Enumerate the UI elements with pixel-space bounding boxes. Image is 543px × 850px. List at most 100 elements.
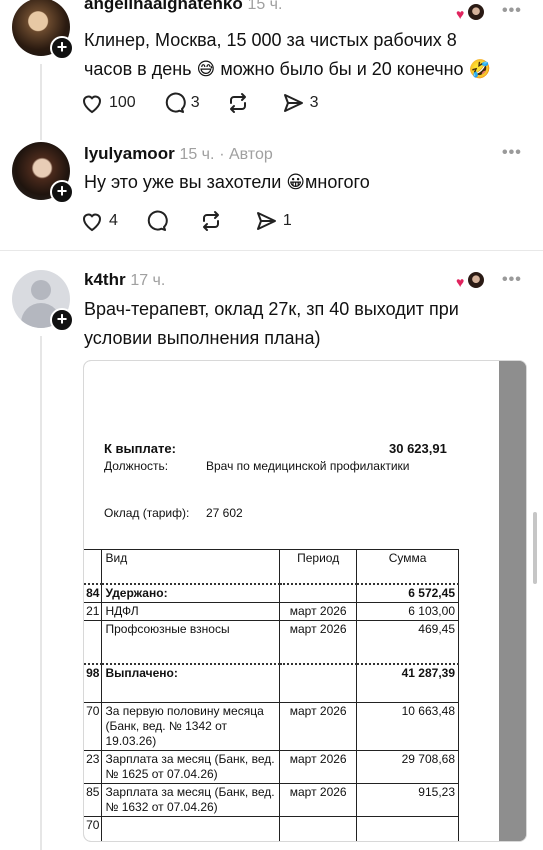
comment-icon <box>165 92 186 113</box>
table-cell: 98 <box>84 663 103 703</box>
table-cell: 84 <box>84 582 103 603</box>
liked-by-author-badge: ♥ <box>456 2 486 22</box>
table-header: Вид Период Сумма <box>84 549 459 584</box>
liked-by-author-badge: ♥ <box>456 270 486 290</box>
share-count: 3 <box>309 94 319 111</box>
post-text-line: условии выполнения плана) <box>84 328 321 348</box>
thread-line <box>40 64 42 140</box>
table-cell <box>101 815 281 841</box>
share-button[interactable]: 3 <box>281 91 319 115</box>
heart-outline-icon <box>82 95 102 114</box>
send-icon <box>256 212 276 230</box>
post-actions: 4 1 <box>80 209 318 233</box>
reply-count: 3 <box>190 94 200 111</box>
author-avatar <box>466 2 486 22</box>
table-cell <box>279 815 358 841</box>
author-avatar <box>466 270 486 290</box>
table-cell: Зарплата за месяц (Банк, вед. № 1625 от … <box>101 749 281 784</box>
follow-plus-icon[interactable]: + <box>50 180 74 204</box>
timestamp: 17 ч. <box>130 272 166 289</box>
repost-button[interactable] <box>199 209 228 233</box>
column-header-period: Период <box>279 549 358 584</box>
timestamp: 15 ч. <box>247 0 283 13</box>
table-cell: март 2026 <box>279 782 358 817</box>
reply-button[interactable] <box>144 209 173 233</box>
username[interactable]: lyulyamoor 15 ч. · Автор <box>84 144 273 164</box>
table-cell: 85 <box>84 782 103 817</box>
table-cell: март 2026 <box>279 749 358 784</box>
like-button[interactable]: 4 <box>80 209 118 233</box>
repost-button[interactable] <box>226 91 255 115</box>
post-1: + angelinaaignatenko 15 ч. ♥ ••• Клинер,… <box>0 0 543 140</box>
username-text[interactable]: angelinaaignatenko <box>84 0 243 13</box>
send-icon <box>283 94 303 112</box>
table-cell: Профсоюзные взносы <box>101 619 281 665</box>
follow-plus-icon[interactable]: + <box>50 36 74 60</box>
table-cell: март 2026 <box>279 601 358 621</box>
repost-icon <box>202 211 219 231</box>
table-cell: 6 103,00 <box>356 601 459 621</box>
table-cell: март 2026 <box>279 619 358 665</box>
post-text-line: часов в день 😅 можно было бы и 20 конечн… <box>84 59 491 79</box>
table-cell: 29 708,68 <box>356 749 459 784</box>
share-button[interactable]: 1 <box>254 209 292 233</box>
table-cell: Удержано: <box>101 582 281 603</box>
table-cell <box>84 549 103 584</box>
share-count: 1 <box>282 212 292 229</box>
table-row: 21 НДФЛ март 2026 6 103,00 <box>84 601 459 621</box>
table-cell: 915,23 <box>356 782 459 817</box>
follow-plus-icon[interactable]: + <box>50 308 74 332</box>
table-cell: 6 572,45 <box>356 582 459 603</box>
post-text-line: Врач-терапевт, оклад 27к, зп 40 выходит … <box>84 299 459 319</box>
more-options-icon[interactable]: ••• <box>502 144 522 162</box>
position-value: Врач по медицинской профилактики <box>206 459 410 473</box>
thread-line <box>40 336 42 850</box>
table-cell: Зарплата за месяц (Банк, вед. № 1632 от … <box>101 782 281 817</box>
like-count: 4 <box>109 212 118 229</box>
salary-label: Оклад (тариф): <box>104 506 190 520</box>
author-badge: · Автор <box>219 146 273 163</box>
comment-icon <box>147 210 168 231</box>
table-row: 70 За первую половину месяца (Банк, вед.… <box>84 701 459 751</box>
table-cell: Выплачено: <box>101 663 281 703</box>
payslip-document: К выплате: 30 623,91 Должность: Врач по … <box>84 361 501 841</box>
more-options-icon[interactable]: ••• <box>502 2 522 20</box>
table-row: Профсоюзные взносы март 2026 469,45 <box>84 619 459 665</box>
more-options-icon[interactable]: ••• <box>502 271 522 289</box>
scrollbar[interactable] <box>533 512 537 584</box>
repost-icon <box>229 93 246 113</box>
table-cell: 41 287,39 <box>356 663 459 703</box>
position-label: Должность: <box>104 459 169 473</box>
username[interactable]: k4thr 17 ч. <box>84 270 165 290</box>
username[interactable]: angelinaaignatenko 15 ч. <box>84 0 282 14</box>
payslip-table: Вид Период Сумма 84 Удержано: 6 572,45 2… <box>84 549 459 841</box>
to-pay-label: К выплате: <box>104 441 176 456</box>
table-row: 70 <box>84 815 459 841</box>
timestamp: 15 ч. <box>179 146 215 163</box>
reply-button[interactable]: 3 <box>162 91 200 115</box>
heart-outline-icon <box>82 213 102 232</box>
table-cell: 10 663,48 <box>356 701 459 751</box>
table-cell: 469,45 <box>356 619 459 665</box>
like-button[interactable]: 100 <box>80 91 136 115</box>
table-cell: 23 <box>84 749 103 784</box>
table-cell <box>356 815 459 841</box>
username-text[interactable]: k4thr <box>84 270 126 289</box>
table-cell: НДФЛ <box>101 601 281 621</box>
username-text[interactable]: lyulyamoor <box>84 144 175 163</box>
heart-icon: ♥ <box>456 274 465 290</box>
attached-image[interactable]: К выплате: 30 623,91 Должность: Врач по … <box>83 360 527 842</box>
column-header-type: Вид <box>101 549 281 584</box>
heart-icon: ♥ <box>456 6 465 22</box>
table-cell: 70 <box>84 701 103 751</box>
table-row: 84 Удержано: 6 572,45 <box>84 582 459 603</box>
table-cell <box>279 663 358 703</box>
column-header-sum: Сумма <box>356 549 459 584</box>
table-cell: 21 <box>84 601 103 621</box>
post-2: + lyulyamoor 15 ч. · Автор ••• Ну это уж… <box>0 140 543 250</box>
table-row: 85 Зарплата за месяц (Банк, вед. № 1632 … <box>84 782 459 817</box>
table-row: 98 Выплачено: 41 287,39 <box>84 663 459 703</box>
table-cell <box>279 582 358 603</box>
salary-value: 27 602 <box>206 506 243 520</box>
image-edge-shadow <box>499 361 526 841</box>
